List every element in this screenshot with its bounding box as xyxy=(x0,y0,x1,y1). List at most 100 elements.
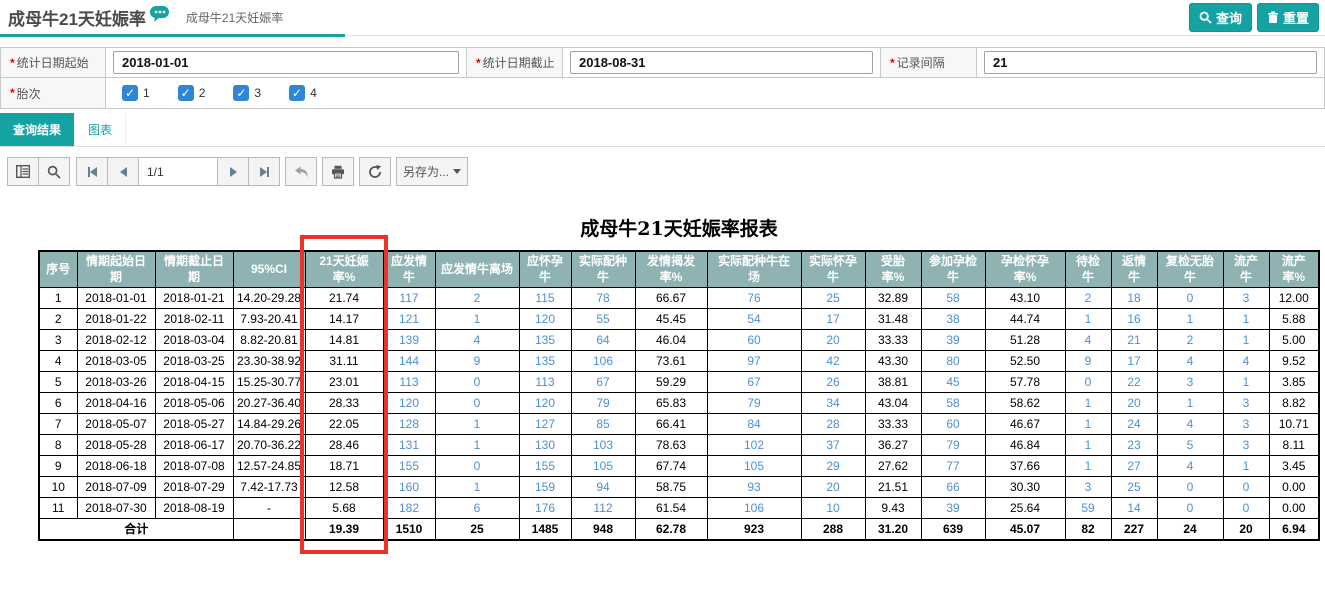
checkbox-checked-icon[interactable]: ✓ xyxy=(233,85,249,101)
cell[interactable]: 24 xyxy=(1111,414,1157,435)
cell[interactable]: 6 xyxy=(435,498,519,519)
cell[interactable]: 67 xyxy=(707,372,801,393)
page-indicator-input[interactable] xyxy=(138,157,218,186)
tab-query-results[interactable]: 查询结果 xyxy=(0,113,75,146)
last-page-button[interactable] xyxy=(248,157,280,186)
cell[interactable]: 10 xyxy=(801,498,865,519)
cell[interactable]: 117 xyxy=(383,288,435,309)
cell[interactable]: 97 xyxy=(707,351,801,372)
cell[interactable]: 4 xyxy=(1157,456,1223,477)
cell[interactable]: 17 xyxy=(801,309,865,330)
cell[interactable]: 1 xyxy=(435,309,519,330)
end-date-input[interactable] xyxy=(570,51,873,74)
cell[interactable]: 37 xyxy=(801,435,865,456)
cell[interactable]: 160 xyxy=(383,477,435,498)
cell[interactable]: 55 xyxy=(571,309,635,330)
cell[interactable]: 21 xyxy=(1111,330,1157,351)
cell[interactable]: 79 xyxy=(707,393,801,414)
cell[interactable]: 59 xyxy=(1065,498,1111,519)
cell[interactable]: 182 xyxy=(383,498,435,519)
cell[interactable]: 26 xyxy=(801,372,865,393)
cell[interactable]: 2 xyxy=(1157,330,1223,351)
cell[interactable]: 1 xyxy=(1223,309,1269,330)
cell[interactable]: 0 xyxy=(1065,372,1111,393)
start-date-input[interactable] xyxy=(113,51,459,74)
cell[interactable]: 23 xyxy=(1111,435,1157,456)
cell[interactable]: 102 xyxy=(707,435,801,456)
cell[interactable]: 39 xyxy=(921,330,985,351)
cell[interactable]: 1 xyxy=(1157,309,1223,330)
save-as-button[interactable]: 另存为... xyxy=(396,157,468,186)
cell[interactable]: 3 xyxy=(1065,477,1111,498)
cell[interactable]: 1 xyxy=(1223,456,1269,477)
cell[interactable]: 79 xyxy=(921,435,985,456)
cell[interactable]: 1 xyxy=(435,435,519,456)
cell[interactable]: 4 xyxy=(435,330,519,351)
cell[interactable]: 0 xyxy=(435,456,519,477)
cell[interactable]: 38 xyxy=(921,309,985,330)
cell[interactable]: 176 xyxy=(519,498,571,519)
checkbox-checked-icon[interactable]: ✓ xyxy=(122,85,138,101)
cell[interactable]: 127 xyxy=(519,414,571,435)
cell[interactable]: 76 xyxy=(707,288,801,309)
cell[interactable]: 25 xyxy=(801,288,865,309)
cell[interactable]: 18 xyxy=(1111,288,1157,309)
cell[interactable]: 120 xyxy=(519,393,571,414)
cell[interactable]: 3 xyxy=(1223,435,1269,456)
cell[interactable]: 135 xyxy=(519,351,571,372)
cell[interactable]: 9 xyxy=(435,351,519,372)
cell[interactable]: 3 xyxy=(1223,414,1269,435)
cell[interactable]: 0 xyxy=(1223,477,1269,498)
export-button[interactable] xyxy=(359,157,391,186)
cell[interactable]: 77 xyxy=(921,456,985,477)
cell[interactable]: 105 xyxy=(707,456,801,477)
cell[interactable]: 29 xyxy=(801,456,865,477)
cell[interactable]: 27 xyxy=(1111,456,1157,477)
cell[interactable]: 113 xyxy=(519,372,571,393)
cell[interactable]: 3 xyxy=(1157,372,1223,393)
cell[interactable]: 66 xyxy=(921,477,985,498)
cell[interactable]: 103 xyxy=(571,435,635,456)
cell[interactable]: 80 xyxy=(921,351,985,372)
cell[interactable]: 39 xyxy=(921,498,985,519)
cell[interactable]: 1 xyxy=(435,477,519,498)
cell[interactable]: 67 xyxy=(571,372,635,393)
cell[interactable]: 16 xyxy=(1111,309,1157,330)
cell[interactable]: 120 xyxy=(383,393,435,414)
cell[interactable]: 1 xyxy=(1223,330,1269,351)
cell[interactable]: 155 xyxy=(383,456,435,477)
query-button[interactable]: 查询 xyxy=(1189,3,1252,32)
cell[interactable]: 17 xyxy=(1111,351,1157,372)
cell[interactable]: 28 xyxy=(801,414,865,435)
reset-button[interactable]: 重置 xyxy=(1257,3,1319,32)
cell[interactable]: 4 xyxy=(1223,351,1269,372)
cell[interactable]: 45 xyxy=(921,372,985,393)
cell[interactable]: 42 xyxy=(801,351,865,372)
cell[interactable]: 58 xyxy=(921,393,985,414)
cell[interactable]: 139 xyxy=(383,330,435,351)
cell[interactable]: 120 xyxy=(519,309,571,330)
cell[interactable]: 0 xyxy=(1157,498,1223,519)
cell[interactable]: 2 xyxy=(1065,288,1111,309)
cell[interactable]: 121 xyxy=(383,309,435,330)
cell[interactable]: 5 xyxy=(1157,435,1223,456)
cell[interactable]: 106 xyxy=(707,498,801,519)
cell[interactable]: 3 xyxy=(1223,288,1269,309)
cell[interactable]: 0 xyxy=(435,372,519,393)
cell[interactable]: 0 xyxy=(435,393,519,414)
cell[interactable]: 78 xyxy=(571,288,635,309)
cell[interactable]: 0 xyxy=(1223,498,1269,519)
cell[interactable]: 34 xyxy=(801,393,865,414)
cell[interactable]: 1 xyxy=(1157,393,1223,414)
cell[interactable]: 112 xyxy=(571,498,635,519)
cell[interactable]: 115 xyxy=(519,288,571,309)
parity-option-1[interactable]: ✓ 1 xyxy=(122,85,150,101)
cell[interactable]: 106 xyxy=(571,351,635,372)
print-button[interactable] xyxy=(322,157,354,186)
table-of-contents-button[interactable] xyxy=(7,157,39,186)
cell[interactable]: 4 xyxy=(1065,330,1111,351)
cell[interactable]: 144 xyxy=(383,351,435,372)
cell[interactable]: 14 xyxy=(1111,498,1157,519)
back-button[interactable] xyxy=(285,157,317,186)
cell[interactable]: 155 xyxy=(519,456,571,477)
